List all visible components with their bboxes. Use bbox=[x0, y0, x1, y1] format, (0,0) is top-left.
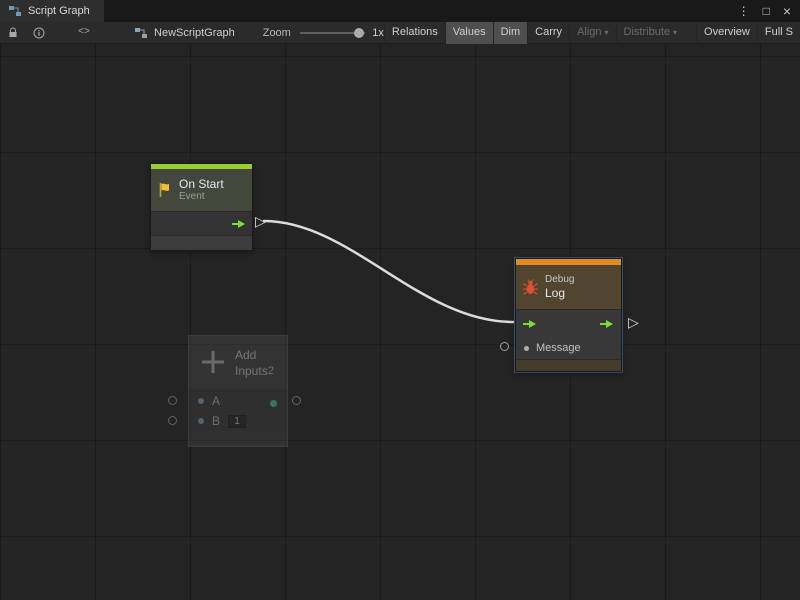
chevron-down-icon: ▾ bbox=[673, 28, 677, 37]
node-footer bbox=[189, 431, 287, 444]
values-button[interactable]: Values bbox=[445, 22, 493, 44]
tab-script-graph[interactable]: Script Graph bbox=[0, 0, 104, 22]
output-port-triangle[interactable]: ▷ bbox=[628, 315, 639, 329]
result-port-dot[interactable] bbox=[270, 400, 277, 407]
node-debug-log[interactable]: Debug Log Message bbox=[515, 258, 622, 372]
ghost-input-count: 2 bbox=[268, 365, 274, 377]
node-category: Debug bbox=[545, 274, 574, 286]
input-a-label: A bbox=[212, 394, 220, 408]
message-port-label: Message bbox=[536, 342, 581, 354]
connection-layer bbox=[0, 44, 800, 600]
flow-output-arrow-icon[interactable] bbox=[231, 218, 247, 230]
graph-asset-icon bbox=[134, 27, 148, 39]
value-port-dot[interactable] bbox=[198, 398, 204, 404]
value-port-dot[interactable] bbox=[524, 346, 529, 351]
input-row-b[interactable]: B 1 bbox=[189, 411, 287, 431]
plus-icon bbox=[199, 348, 227, 376]
flow-output-arrow-icon[interactable] bbox=[599, 318, 615, 330]
output-port-ring[interactable] bbox=[292, 396, 301, 405]
lock-icon[interactable] bbox=[7, 27, 19, 39]
node-title: On Start bbox=[179, 177, 224, 191]
control-wire[interactable] bbox=[264, 221, 513, 322]
graph-canvas[interactable]: On Start Event ▷ Debug Log bbox=[0, 44, 800, 600]
flag-icon bbox=[157, 182, 173, 198]
node-on-start[interactable]: On Start Event bbox=[150, 163, 253, 251]
dim-button[interactable]: Dim bbox=[493, 22, 528, 44]
tab-title: Script Graph bbox=[28, 5, 90, 17]
distribute-label: Distribute bbox=[624, 26, 670, 38]
close-icon[interactable]: × bbox=[783, 4, 791, 18]
maximize-icon[interactable]: □ bbox=[763, 5, 770, 17]
output-port-triangle[interactable]: ▷ bbox=[255, 214, 266, 228]
node-add-inputs-ghost[interactable]: Add Inputs 2 A B 1 bbox=[188, 335, 288, 447]
script-graph-icon bbox=[8, 5, 22, 17]
node-subtitle: Event bbox=[179, 191, 224, 203]
info-icon[interactable] bbox=[33, 27, 45, 39]
relations-button[interactable]: Relations bbox=[384, 22, 445, 44]
bug-icon bbox=[522, 279, 539, 296]
zoom-value: 1x bbox=[372, 27, 384, 39]
input-b-label: B bbox=[212, 414, 220, 428]
node-title: Log bbox=[545, 286, 574, 300]
distribute-button: Distribute▾ bbox=[616, 22, 684, 44]
message-input-port-ring[interactable] bbox=[500, 342, 509, 351]
align-button: Align ▾ bbox=[569, 22, 615, 44]
input-port-ring[interactable] bbox=[168, 416, 177, 425]
ghost-node-title: Add Inputs bbox=[235, 347, 283, 379]
input-b-value-field[interactable]: 1 bbox=[228, 415, 246, 428]
zoom-label: Zoom bbox=[263, 27, 291, 39]
window-title-bar: Script Graph ⋮ □ × bbox=[0, 0, 800, 22]
flow-input-arrow-icon[interactable] bbox=[522, 318, 538, 330]
input-port-ring[interactable] bbox=[168, 396, 177, 405]
node-footer bbox=[516, 359, 621, 371]
carry-button[interactable]: Carry bbox=[527, 22, 569, 44]
ghost-node-group: Add Inputs 2 A B 1 bbox=[160, 332, 320, 464]
zoom-slider[interactable] bbox=[300, 32, 365, 34]
zoom-slider-thumb[interactable] bbox=[354, 28, 364, 38]
edit-source-icon[interactable]: <> bbox=[78, 27, 90, 38]
fullscreen-button[interactable]: Full S bbox=[757, 22, 800, 44]
align-label: Align bbox=[577, 26, 601, 38]
overview-button[interactable]: Overview bbox=[696, 22, 757, 44]
value-port-dot[interactable] bbox=[198, 418, 204, 424]
chevron-down-icon: ▾ bbox=[605, 28, 609, 37]
window-menu-icon[interactable]: ⋮ bbox=[738, 5, 750, 17]
node-footer bbox=[151, 235, 252, 250]
graph-name[interactable]: NewScriptGraph bbox=[154, 27, 235, 39]
graph-toolbar: <> NewScriptGraph Zoom 1x Relations Valu… bbox=[0, 22, 800, 44]
